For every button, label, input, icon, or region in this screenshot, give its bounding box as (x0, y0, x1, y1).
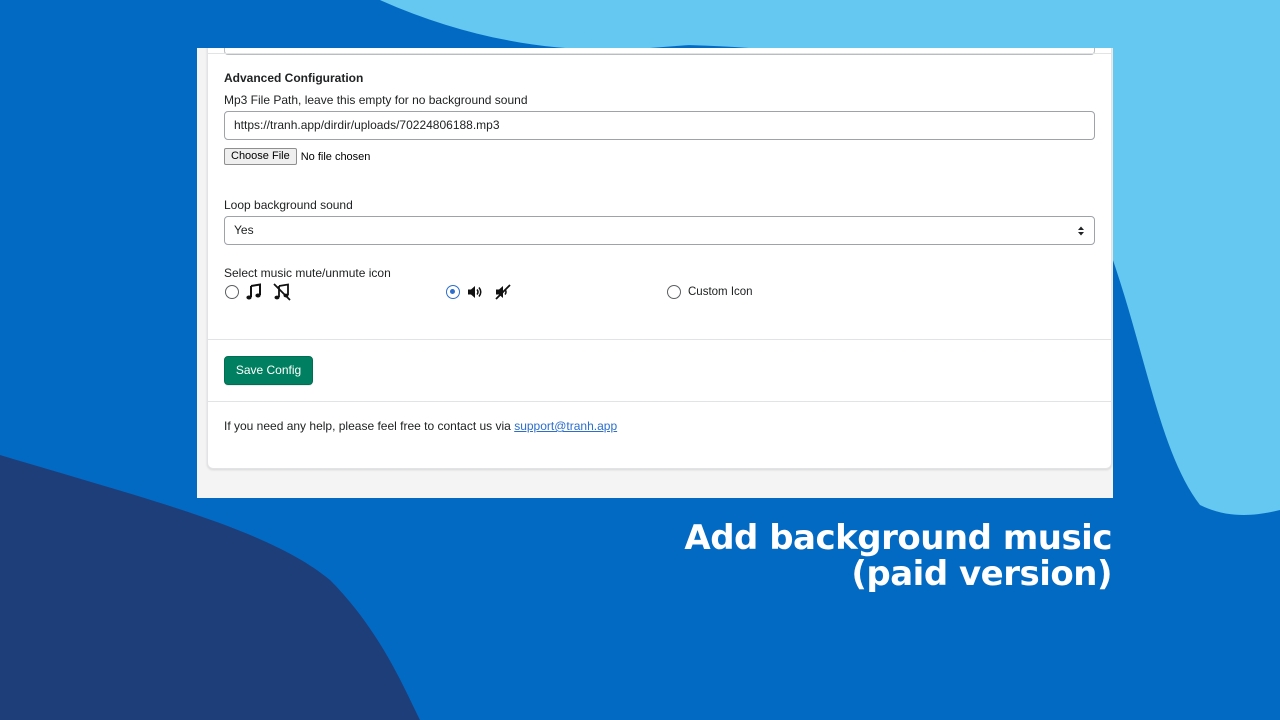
support-email-link[interactable]: support@tranh.app (514, 419, 617, 433)
select-arrows-icon (1078, 226, 1084, 236)
promo-caption: Add background music (paid version) (684, 520, 1112, 592)
custom-icon-label: Custom Icon (688, 286, 753, 298)
mp3-path-input[interactable]: https://tranh.app/dirdir/uploads/7022480… (224, 111, 1095, 140)
help-message: If you need any help, please feel free t… (224, 419, 511, 433)
caption-line-1: Add background music (684, 518, 1112, 558)
file-picker: Choose File No file chosen (224, 148, 370, 165)
loop-label: Loop background sound (224, 198, 353, 212)
loop-select-value: Yes (234, 223, 254, 237)
help-text: If you need any help, please feel free t… (224, 419, 617, 433)
icon-option-speaker-radio[interactable] (446, 285, 460, 299)
icon-option-music-radio[interactable] (225, 285, 239, 299)
settings-panel: Advanced Configuration Mp3 File Path, le… (197, 48, 1113, 498)
music-note-off-icon (273, 283, 291, 301)
music-note-icon (246, 283, 261, 300)
loop-select[interactable]: Yes (224, 216, 1095, 245)
icon-option-custom-radio[interactable] (667, 285, 681, 299)
speaker-muted-icon (495, 284, 511, 300)
speaker-icon (468, 286, 482, 298)
section-divider (208, 401, 1111, 402)
section-divider (208, 53, 1111, 54)
save-config-button[interactable]: Save Config (224, 356, 313, 385)
settings-card: Advanced Configuration Mp3 File Path, le… (207, 48, 1112, 469)
file-status: No file chosen (300, 150, 371, 163)
mp3-path-label: Mp3 File Path, leave this empty for no b… (224, 93, 528, 107)
section-divider (208, 339, 1111, 340)
icon-select-label: Select music mute/unmute icon (224, 266, 391, 280)
section-title: Advanced Configuration (224, 71, 364, 85)
choose-file-button[interactable]: Choose File (224, 148, 297, 165)
caption-line-2: (paid version) (851, 554, 1112, 594)
